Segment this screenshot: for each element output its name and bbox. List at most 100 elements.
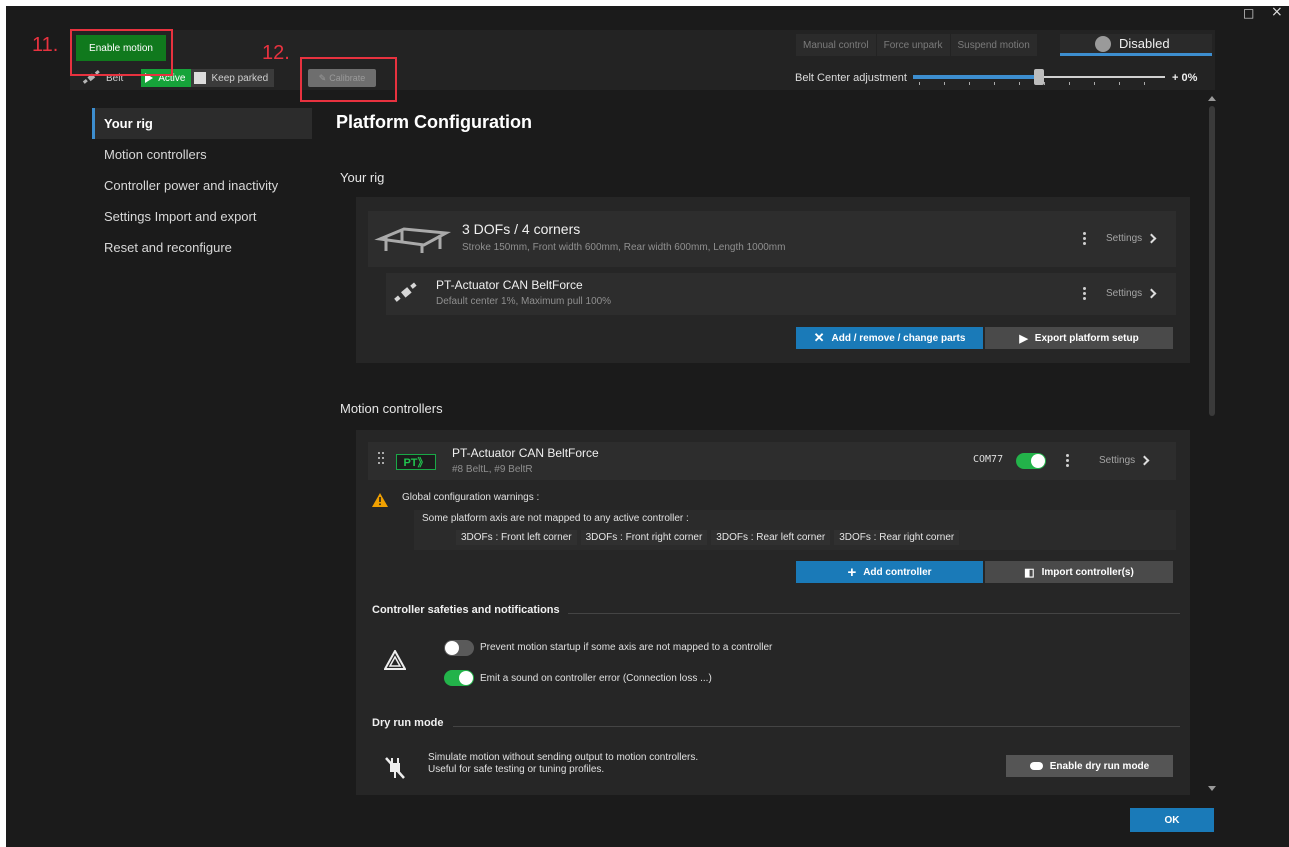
checkbox-icon [194,72,207,84]
scroll-up-icon[interactable] [1208,96,1216,101]
controller-more-icon[interactable] [1066,454,1070,469]
add-parts-label: Add / remove / change parts [831,332,966,344]
suspend-motion-tab[interactable]: Suspend motion [950,34,1037,56]
annotation-11: 11. [32,34,59,56]
actuator-more-icon[interactable] [1083,287,1087,302]
belt-center-slider-fill [913,75,1039,79]
annotation-box-calibrate [300,57,397,102]
unmapped-axis-chip: 3DOFs : Front left corner [456,530,577,545]
scroll-thumb[interactable] [1209,106,1215,416]
maximize-icon[interactable]: □ [1243,6,1254,20]
add-controller-button[interactable]: + Add controller [796,561,983,583]
dry-run-line2: Useful for safe testing or tuning profil… [428,764,605,775]
actuator-subtitle: Default center 1%, Maximum pull 100% [436,296,612,307]
warning-text: Some platform axis are not mapped to any… [422,513,689,524]
actuator-title: PT-Actuator CAN BeltForce [436,278,583,292]
tools-icon: ✕ [813,330,825,345]
controller-enabled-toggle[interactable] [1016,453,1046,469]
content-scrollbar[interactable] [1207,96,1217,796]
import-controller-button[interactable]: ◧ Import controller(s) [985,561,1173,583]
controller-title: PT-Actuator CAN BeltForce [452,446,599,460]
drag-handle-icon[interactable] [378,452,386,468]
sidebar-item-reset-reconfigure[interactable]: Reset and reconfigure [92,232,312,263]
your-rig-panel: 3 DOFs / 4 corners Stroke 150mm, Front w… [356,197,1190,363]
divider [568,613,1180,614]
motion-state-label: Disabled [1119,36,1170,51]
platform-more-icon[interactable] [1083,232,1087,247]
add-remove-parts-button[interactable]: ✕ Add / remove / change parts [796,327,983,349]
warning-box: Some platform axis are not mapped to any… [414,510,1176,550]
platform-row[interactable]: 3 DOFs / 4 corners Stroke 150mm, Front w… [368,211,1176,267]
sidebar-item-motion-controllers[interactable]: Motion controllers [92,139,312,170]
actuator-row[interactable]: PT-Actuator CAN BeltForce Default center… [386,273,1176,315]
dry-run-heading: Dry run mode [372,717,444,729]
controller-subtitle: #8 BeltL, #9 BeltR [452,464,533,475]
chevron-right-icon [1139,455,1150,466]
settings-label: Settings [1106,288,1143,299]
sidebar-item-controller-power[interactable]: Controller power and inactivity [92,170,312,201]
safety-warning-icon [383,648,407,674]
unmapped-axis-chip: 3DOFs : Rear left corner [711,530,831,545]
safeties-heading: Controller safeties and notifications [372,604,560,616]
unmapped-axis-chip: 3DOFs : Rear right corner [834,530,960,545]
warning-title: Global configuration warnings : [402,492,540,503]
prevent-startup-label: Prevent motion startup if some axis are … [480,642,773,653]
platform-subtitle: Stroke 150mm, Front width 600mm, Rear wi… [462,242,786,253]
warning-icon [372,492,388,511]
ok-button[interactable]: OK [1130,808,1214,832]
import-icon: ◧ [1024,566,1035,579]
settings-label: Settings [1099,455,1136,466]
enable-dry-run-button[interactable]: Enable dry run mode [1006,755,1173,777]
keep-parked-label: Keep parked [211,72,269,84]
unmapped-axes: 3DOFs : Front left corner 3DOFs : Front … [456,530,963,545]
controller-row[interactable]: PT》 PT-Actuator CAN BeltForce #8 BeltL, … [368,442,1176,480]
scroll-down-icon[interactable] [1208,786,1216,791]
motion-controllers-heading: Motion controllers [340,401,443,416]
add-controller-label: Add controller [863,566,932,578]
actuator-settings-link[interactable]: Settings [1106,288,1157,299]
chevron-right-icon [1146,288,1157,299]
emit-sound-toggle[interactable] [444,670,474,686]
pt-logo-icon: PT》 [396,454,436,470]
toggle-icon [1029,762,1043,770]
belt-center-slider-handle[interactable] [1034,69,1044,85]
force-unpark-tab[interactable]: Force unpark [876,34,950,56]
controller-port: COM77 [973,454,1004,465]
platform-frame-icon [374,221,452,259]
divider [453,726,1180,727]
sidebar-nav: Your rig Motion controllers Controller p… [92,108,312,263]
motion-controllers-panel: PT》 PT-Actuator CAN BeltForce #8 BeltL, … [356,430,1190,795]
sidebar-item-your-rig[interactable]: Your rig [92,108,312,139]
sidebar-item-settings-import-export[interactable]: Settings Import and export [92,201,312,232]
toggle-knob [1095,35,1111,52]
controller-settings-link[interactable]: Settings [1099,455,1150,466]
platform-settings-link[interactable]: Settings [1106,233,1157,244]
platform-title: 3 DOFs / 4 corners [462,221,581,237]
belt-center-label: Belt Center adjustment [795,72,907,84]
export-label: Export platform setup [1034,332,1139,344]
dry-run-line1: Simulate motion without sending output t… [428,752,699,763]
motion-state-toggle[interactable]: Disabled [1060,34,1212,56]
export-icon: ▶ [1019,332,1028,345]
motion-actions: Manual control Force unpark Suspend moti… [796,34,1038,56]
belt-actuator-icon [392,281,418,311]
emit-sound-label: Emit a sound on controller error (Connec… [480,673,712,684]
dry-run-label: Enable dry run mode [1049,760,1150,772]
belt-center-value: + 0% [1172,72,1198,84]
annotation-box-enable-motion [70,29,173,76]
export-platform-button[interactable]: ▶ Export platform setup [985,327,1173,349]
plus-icon: + [847,563,857,581]
your-rig-heading: Your rig [340,170,385,185]
unmapped-axis-chip: 3DOFs : Front right corner [580,530,708,545]
manual-control-tab[interactable]: Manual control [796,34,876,56]
main-content: Platform Configuration Your rig 3 DOFs /… [330,100,1195,795]
settings-label: Settings [1106,233,1143,244]
page-title: Platform Configuration [336,112,532,132]
chevron-right-icon [1146,233,1157,244]
import-controller-label: Import controller(s) [1041,566,1134,578]
prevent-startup-toggle[interactable] [444,640,474,656]
unplug-icon [384,755,406,785]
keep-parked-checkbox[interactable]: Keep parked [191,69,275,87]
close-icon[interactable]: × [1271,4,1283,20]
annotation-12: 12. [262,42,290,64]
